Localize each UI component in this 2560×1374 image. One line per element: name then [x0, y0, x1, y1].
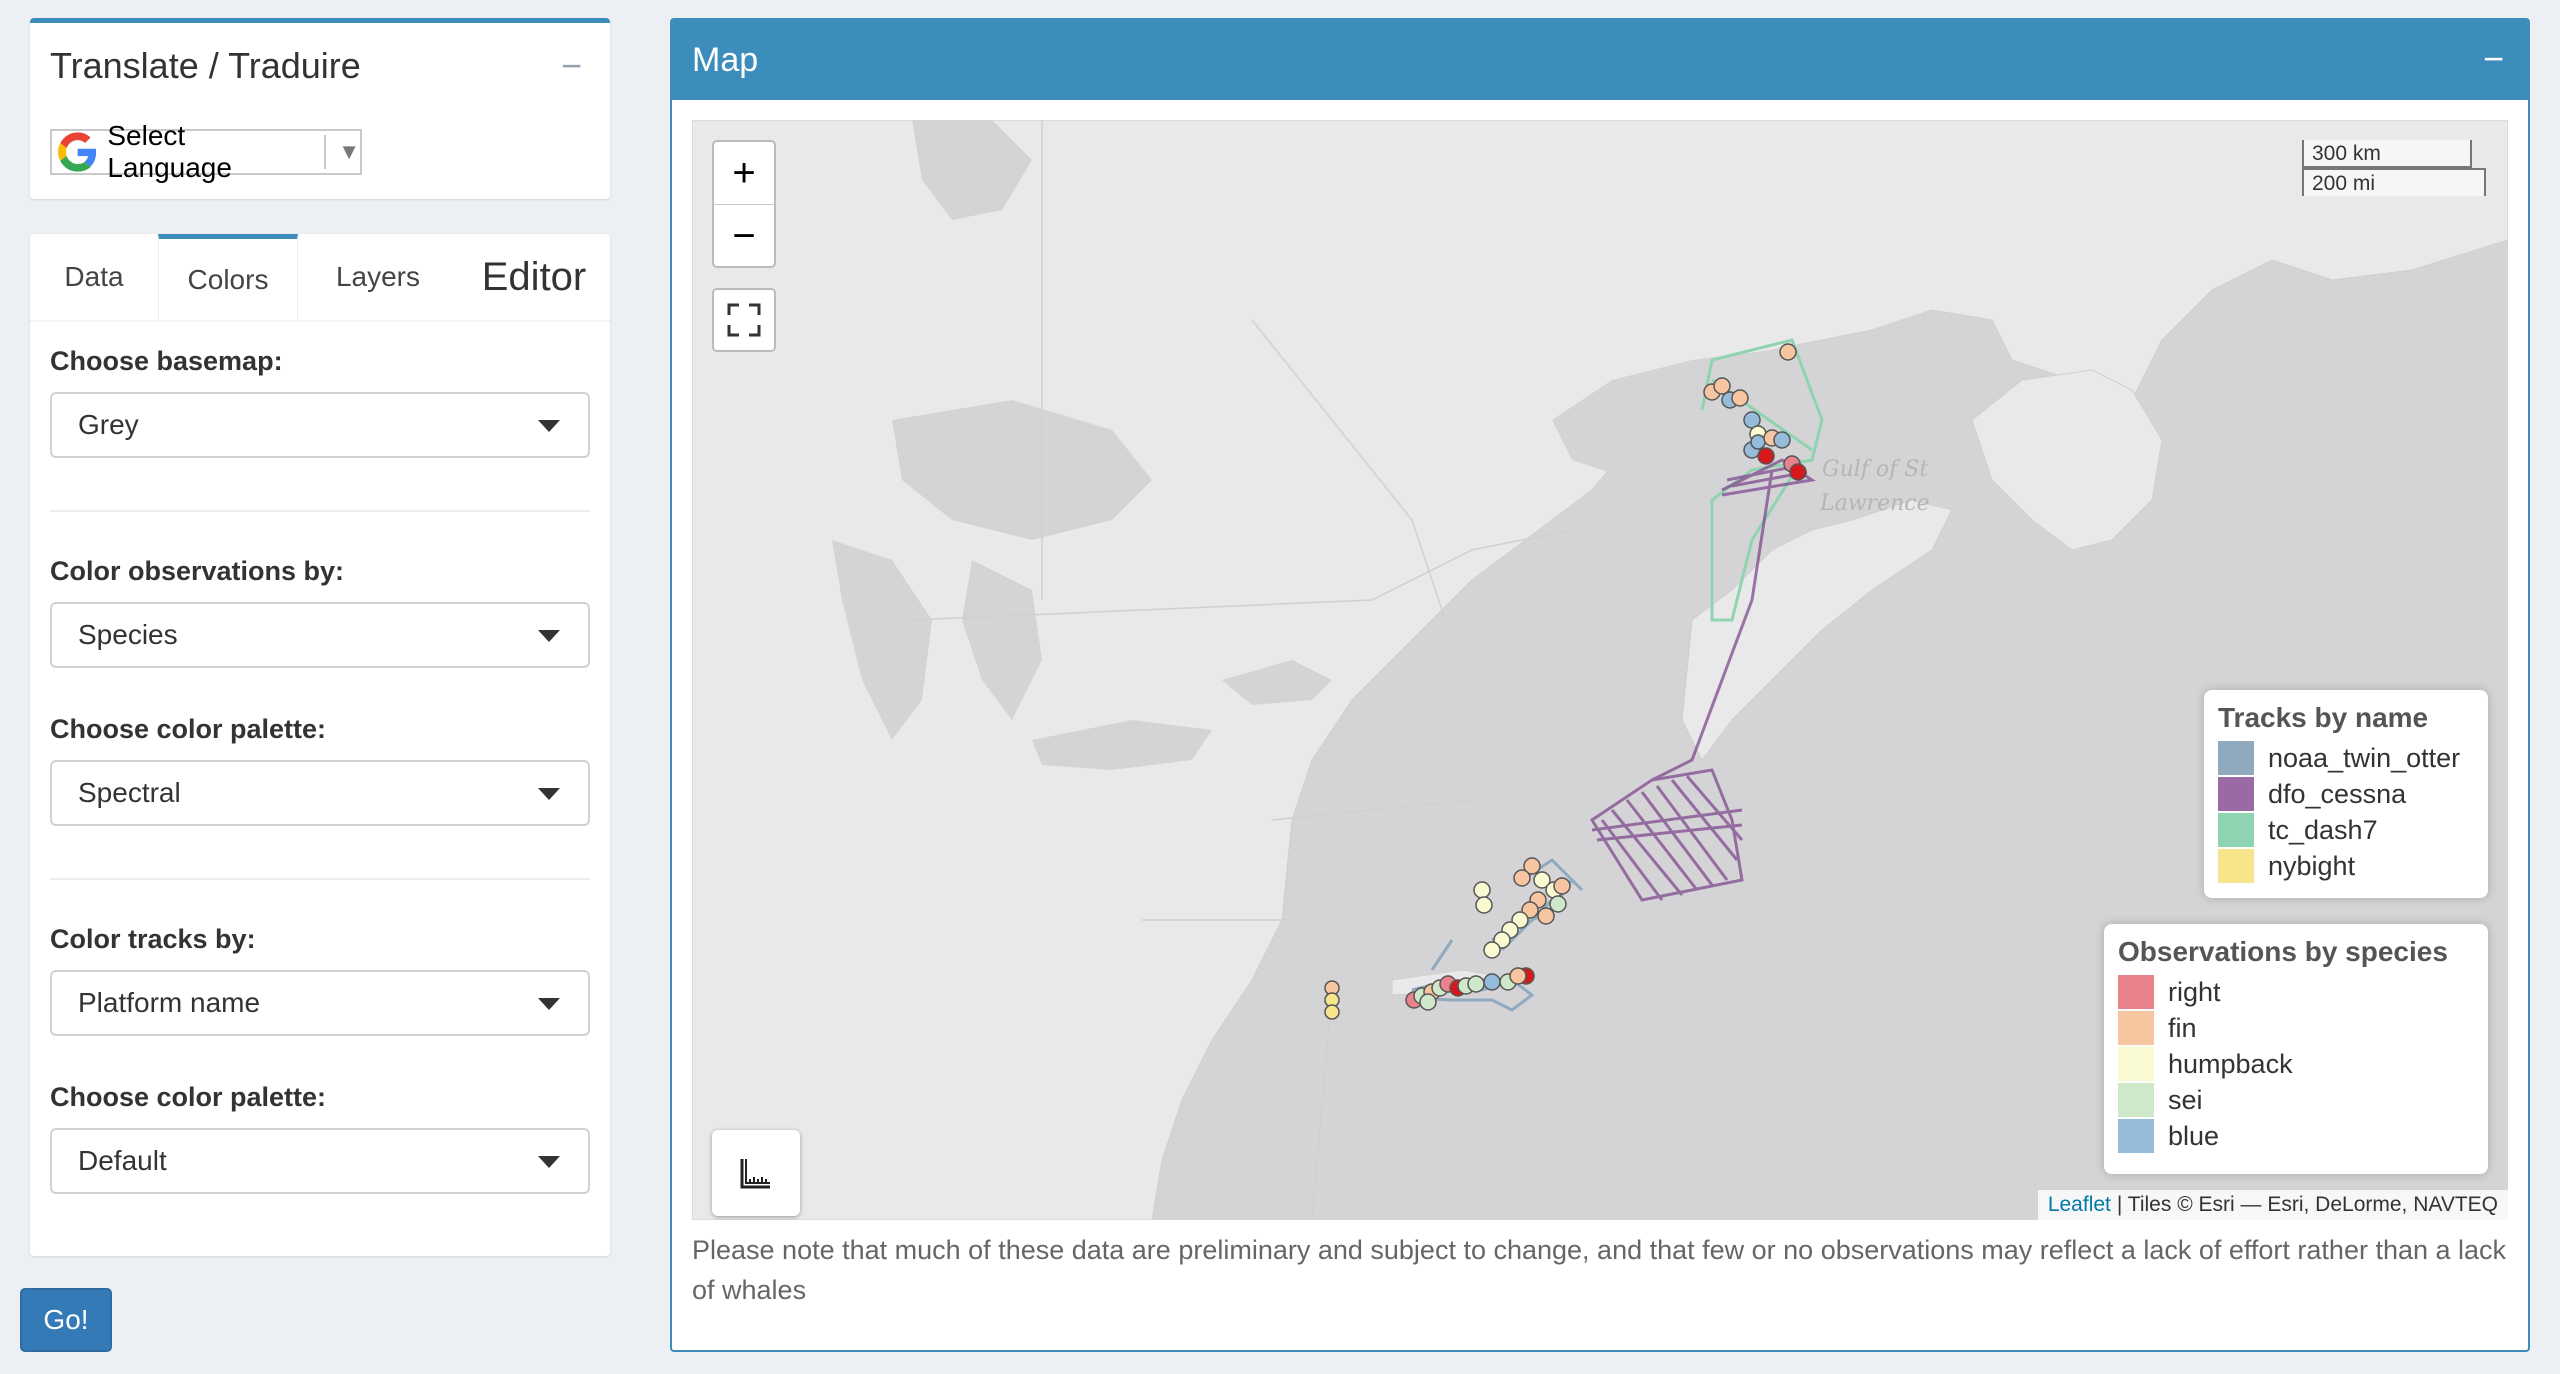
- legend-observations: Observations by species right fin humpba…: [2104, 924, 2488, 1174]
- legend-label: blue: [2168, 1120, 2220, 1151]
- legend-swatch: [2118, 1119, 2154, 1153]
- fullscreen-icon: [727, 303, 761, 337]
- caret-down-icon: [538, 630, 560, 642]
- legend-item: fin: [2118, 1010, 2474, 1046]
- translate-title: Translate / Traduire: [50, 45, 361, 86]
- tab-layers[interactable]: Layers: [298, 234, 458, 320]
- gulf-label-1: Gulf of St: [1822, 457, 1928, 482]
- tab-editor[interactable]: Editor: [458, 234, 610, 320]
- caret-down-icon: [538, 1156, 560, 1168]
- map-box-header: Map −: [672, 20, 2528, 100]
- attribution-text: | Tiles © Esri — Esri, DeLorme, NAVTEQ: [2116, 1193, 2498, 1216]
- legend-item: humpback: [2118, 1046, 2474, 1082]
- legend-item: nybight: [2218, 848, 2474, 884]
- scale-mi: 200 mi: [2302, 168, 2486, 196]
- divider: [50, 510, 590, 512]
- legend-swatch: [2218, 741, 2254, 775]
- legend-label: right: [2168, 976, 2221, 1007]
- color-tracks-value: Platform name: [78, 987, 261, 1018]
- legend-label: nybight: [2268, 850, 2356, 881]
- chevron-down-icon: ▼: [324, 135, 360, 169]
- scale-km: 300 km: [2302, 140, 2472, 168]
- tab-colors[interactable]: Colors: [158, 234, 298, 320]
- ruler-icon: [740, 1159, 770, 1189]
- basemap-select[interactable]: Grey: [50, 392, 590, 458]
- legend-swatch: [2118, 1011, 2154, 1045]
- legend-swatch: [2218, 813, 2254, 847]
- legend-swatch: [2118, 1047, 2154, 1081]
- language-select[interactable]: Select Language ▼: [50, 120, 362, 183]
- observation-palette-label: Choose color palette:: [50, 714, 327, 744]
- legend-item: tc_dash7: [2218, 812, 2474, 848]
- caret-down-icon: [538, 420, 560, 432]
- translate-collapse-button[interactable]: −: [561, 45, 582, 87]
- fullscreen-button[interactable]: [712, 288, 776, 352]
- legend-label: humpback: [2168, 1048, 2293, 1079]
- observation-palette-select[interactable]: Spectral: [50, 760, 590, 826]
- scale-bar: 300 km 200 mi: [2302, 140, 2486, 196]
- legend-swatch: [2218, 849, 2254, 883]
- legend-item: noaa_twin_otter: [2218, 740, 2474, 776]
- legend-item: dfo_cessna: [2218, 776, 2474, 812]
- color-tracks-select[interactable]: Platform name: [50, 970, 590, 1036]
- legend-label: noaa_twin_otter: [2268, 742, 2461, 773]
- legend-swatch: [2218, 777, 2254, 811]
- basemap-label: Choose basemap:: [50, 346, 283, 376]
- color-observations-select[interactable]: Species: [50, 602, 590, 668]
- legend-tracks: Tracks by name noaa_twin_otter dfo_cessn…: [2204, 690, 2488, 898]
- legend-label: sei: [2168, 1084, 2203, 1115]
- color-observations-value: Species: [78, 619, 178, 650]
- basemap-select-value: Grey: [78, 409, 139, 440]
- track-palette-value: Default: [78, 1145, 167, 1176]
- observation-palette-value: Spectral: [78, 777, 181, 808]
- caret-down-icon: [538, 998, 560, 1010]
- color-observations-label: Color observations by:: [50, 556, 345, 586]
- divider: [50, 878, 590, 880]
- caret-down-icon: [538, 788, 560, 800]
- data-disclaimer: Please note that much of these data are …: [692, 1235, 2507, 1305]
- legend-swatch: [2118, 1083, 2154, 1117]
- track-palette-label: Choose color palette:: [50, 1082, 327, 1112]
- map-box-minimize-button[interactable]: −: [2483, 38, 2504, 80]
- leaflet-link[interactable]: Leaflet: [2048, 1193, 2111, 1217]
- zoom-control: + −: [712, 140, 776, 268]
- legend-observations-title: Observations by species: [2118, 936, 2448, 967]
- tab-bar: Data Colors Layers Editor: [30, 234, 610, 322]
- color-tracks-label: Color tracks by:: [50, 924, 256, 954]
- tab-data[interactable]: Data: [30, 234, 158, 320]
- zoom-in-button[interactable]: +: [714, 142, 774, 205]
- legend-label: dfo_cessna: [2268, 778, 2407, 809]
- legend-label: tc_dash7: [2268, 814, 2378, 845]
- google-icon: [58, 132, 97, 172]
- go-button[interactable]: Go!: [20, 1288, 112, 1352]
- map[interactable]: Gulf of St Lawrence + − 300 km 200 mi Tr…: [692, 120, 2508, 1220]
- gulf-label-2: Lawrence: [1819, 491, 1930, 516]
- measure-button[interactable]: [712, 1130, 800, 1216]
- map-box: Map − Gulf of St Lawrence + − 300 km 200…: [670, 18, 2530, 1352]
- legend-label: fin: [2168, 1012, 2197, 1043]
- translate-box: Translate / Traduire − Select Language ▼: [30, 18, 610, 199]
- legend-item: blue: [2118, 1118, 2474, 1154]
- legend-item: right: [2118, 974, 2474, 1010]
- legend-item: sei: [2118, 1082, 2474, 1118]
- map-box-title: Map: [692, 40, 759, 79]
- language-select-label: Select Language: [107, 120, 232, 183]
- map-attribution: Leaflet | Tiles © Esri — Esri, DeLorme, …: [2037, 1190, 2508, 1220]
- controls-box: Data Colors Layers Editor Choose basemap…: [30, 234, 610, 1256]
- zoom-out-button[interactable]: −: [714, 205, 774, 267]
- legend-tracks-title: Tracks by name: [2218, 702, 2429, 733]
- track-palette-select[interactable]: Default: [50, 1128, 590, 1194]
- legend-swatch: [2118, 975, 2154, 1009]
